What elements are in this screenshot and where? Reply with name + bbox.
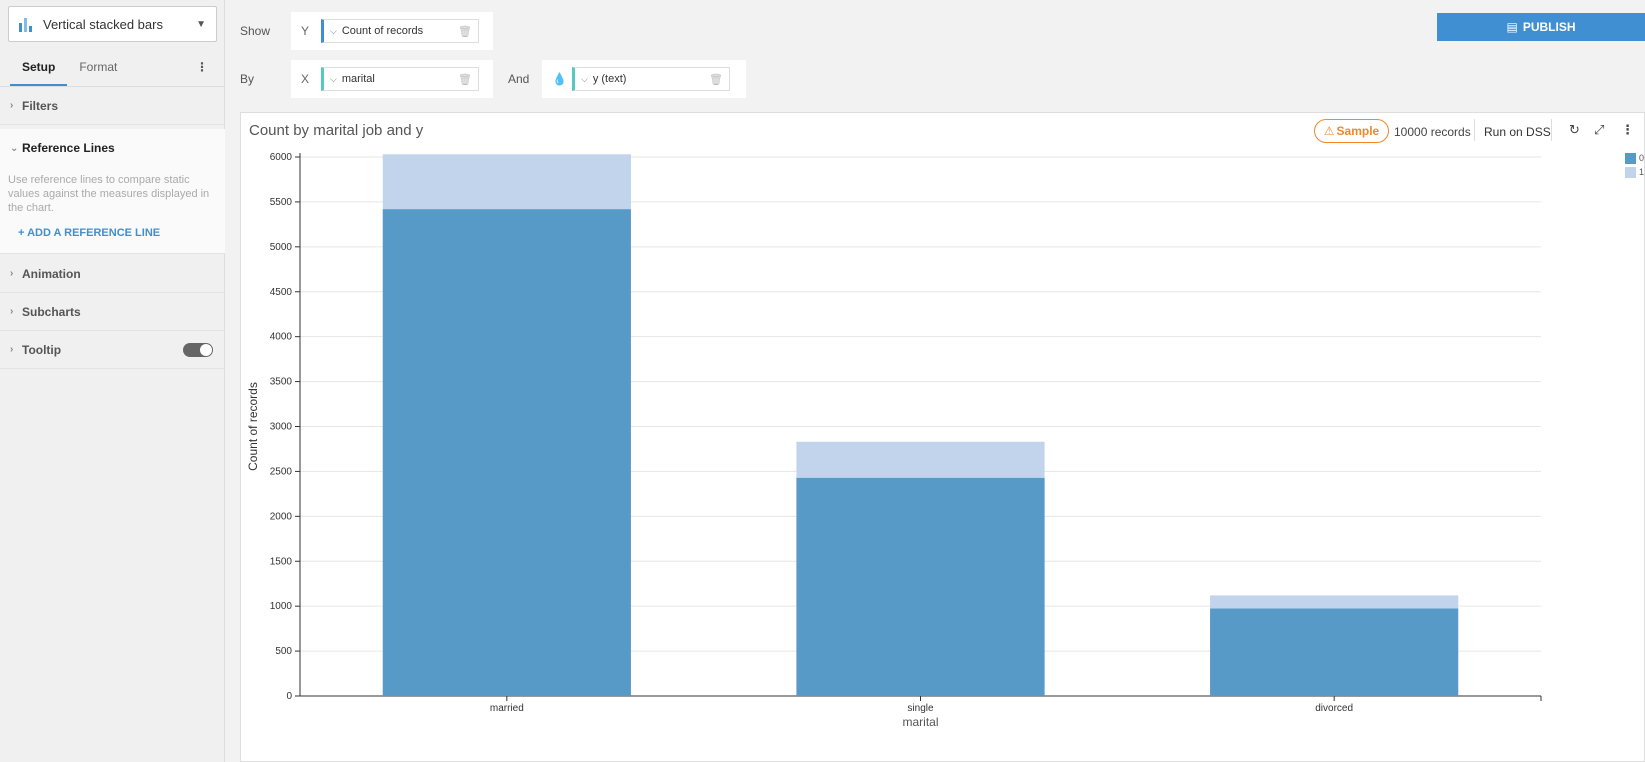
chevron-right-icon: › (10, 268, 14, 279)
trash-icon[interactable]: 🗑 (709, 73, 723, 86)
x-axis-title: marital (902, 715, 938, 729)
chevron-right-icon: › (10, 344, 14, 355)
chevron-down-icon: ⌵ (330, 25, 337, 36)
color-shelf: 💧 ⌵ y (text) 🗑 (542, 60, 746, 98)
x-axis-key: X (301, 72, 310, 86)
section-animation[interactable]: › Animation (0, 255, 225, 293)
bar-single-series-1 (796, 441, 1045, 478)
y-tick-label: 4500 (270, 287, 293, 298)
y-tick-label: 2000 (270, 511, 293, 522)
x-tick-label: divorced (1315, 703, 1353, 714)
color-dimension-label: y (text) (592, 73, 627, 85)
more-options-icon[interactable]: ⋮ (196, 52, 220, 86)
y-shelf: Y ⌵ Count of records 🗑 (291, 12, 493, 50)
dashboard-icon: ▤ (1506, 20, 1518, 34)
section-filters-label: Filters (22, 98, 59, 113)
chevron-right-icon: › (10, 306, 14, 317)
chart-type-label: Vertical stacked bars (43, 16, 163, 32)
section-tooltip-label: Tooltip (22, 342, 62, 357)
y-measure-label: Count of records (341, 25, 424, 37)
x-dimension-label: marital (341, 73, 375, 85)
bar-divorced-series-0 (1210, 608, 1459, 696)
section-tooltip[interactable]: › Tooltip (0, 331, 225, 369)
chevron-down-icon: ⌵ (330, 73, 337, 84)
x-dimension-pill[interactable]: ⌵ marital 🗑 (321, 67, 479, 91)
chevron-down-icon: ⌵ (581, 73, 588, 84)
section-animation-label: Animation (22, 266, 81, 281)
y-tick-label: 4000 (270, 332, 293, 343)
bar-chart-icon (19, 16, 33, 32)
color-dimension-pill[interactable]: ⌵ y (text) 🗑 (572, 67, 730, 91)
add-reference-line-button[interactable]: + ADD A REFERENCE LINE (18, 227, 217, 239)
section-reference-lines-label: Reference Lines (22, 141, 115, 155)
section-filters[interactable]: › Filters (0, 87, 225, 125)
chart-panel: Count by marital job and y ⚠ Sample 1000… (240, 112, 1645, 762)
section-subcharts-label: Subcharts (22, 304, 81, 319)
y-tick-label: 3000 (270, 422, 293, 433)
publish-button[interactable]: ▤ PUBLISH (1437, 13, 1645, 41)
tooltip-toggle[interactable] (183, 342, 213, 357)
y-axis-key: Y (301, 24, 310, 38)
tab-format[interactable]: Format (67, 52, 129, 86)
y-measure-pill[interactable]: ⌵ Count of records 🗑 (321, 19, 479, 43)
x-tick-label: single (907, 703, 934, 714)
settings-sidebar: Vertical stacked bars ▼ Setup Format ⋮ ›… (0, 0, 225, 762)
bar-chart: 0 500 1000 1500 2000 2500 3000 3500 4000 4500 5000… (246, 152, 1542, 729)
bar-married-series-1 (382, 154, 631, 210)
chevron-down-icon: ▼ (196, 18, 206, 30)
chevron-down-icon: ⌄ (10, 142, 19, 154)
droplet-icon: 💧 (552, 72, 567, 86)
section-subcharts[interactable]: › Subcharts (0, 293, 225, 331)
y-tick-label: 5500 (270, 197, 293, 208)
y-axis-title: Count of records (246, 382, 260, 471)
by-label: By (240, 72, 255, 86)
y-tick-label: 500 (275, 646, 292, 657)
y-tick-label: 6000 (270, 152, 293, 163)
bar-single-series-0 (796, 477, 1045, 696)
reference-lines-panel: Use reference lines to compare static va… (0, 167, 225, 254)
reference-lines-description: Use reference lines to compare static va… (8, 174, 210, 214)
y-tick-label: 1500 (270, 556, 293, 567)
y-tick-label: 3500 (270, 377, 293, 388)
x-shelf: X ⌵ marital 🗑 (291, 60, 493, 98)
trash-icon[interactable]: 🗑 (458, 73, 472, 86)
publish-label: PUBLISH (1522, 20, 1576, 34)
bar-divorced-series-1 (1210, 595, 1459, 609)
chevron-right-icon: › (10, 100, 14, 111)
y-tick-label: 1000 (270, 601, 293, 612)
show-label: Show (240, 24, 271, 38)
section-reference-lines[interactable]: ⌄ Reference Lines (0, 129, 225, 167)
y-tick-label: 5000 (270, 242, 293, 253)
and-label: And (508, 72, 530, 86)
chart-type-select[interactable]: Vertical stacked bars ▼ (8, 6, 217, 42)
tab-setup[interactable]: Setup (10, 52, 68, 86)
sidebar-tabs: Setup Format ⋮ (10, 52, 220, 86)
x-tick-label: married (490, 703, 524, 714)
y-tick-label: 2500 (270, 466, 293, 477)
trash-icon[interactable]: 🗑 (458, 25, 472, 38)
bar-married-series-0 (382, 209, 631, 696)
y-tick-label: 0 (286, 691, 292, 702)
